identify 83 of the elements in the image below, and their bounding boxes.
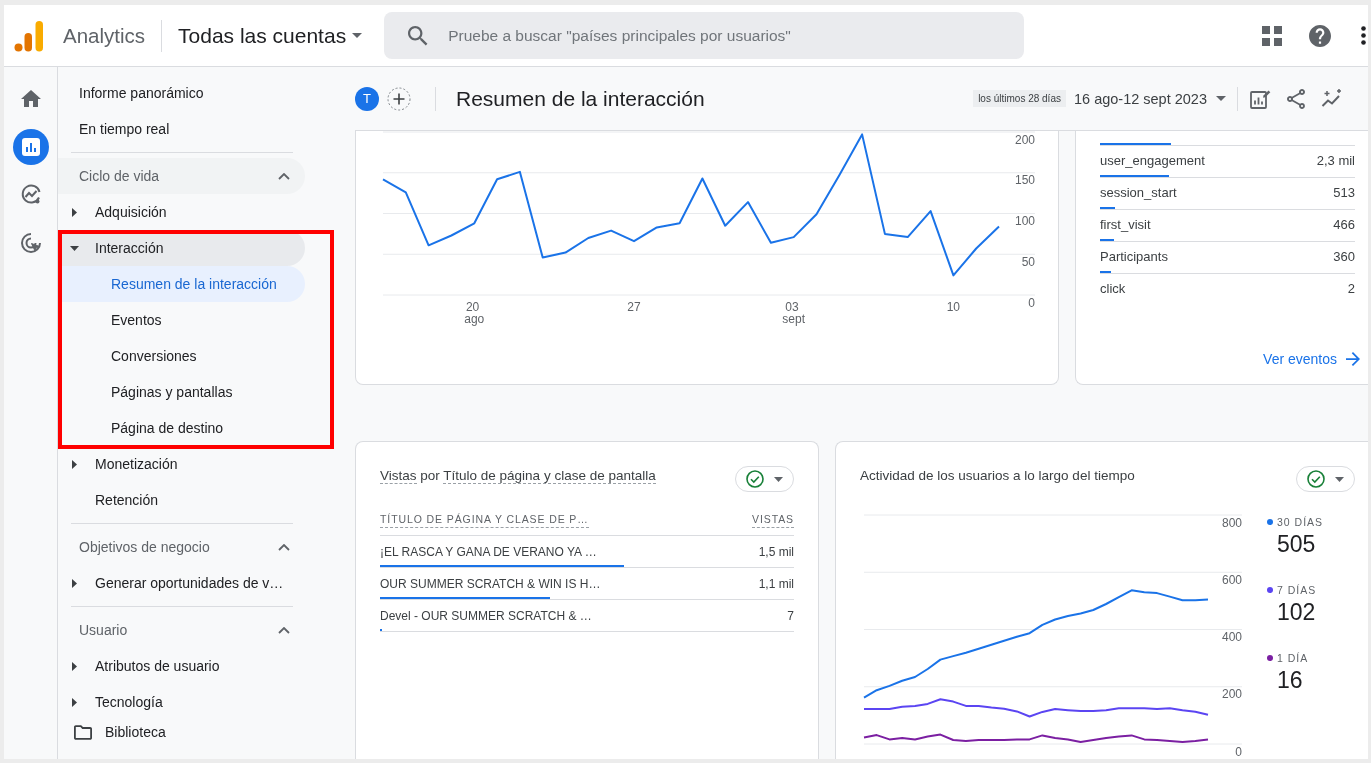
comparison-avatar[interactable]: T bbox=[355, 86, 379, 111]
search-field[interactable]: Pruebe a buscar "países principales por usuarios" bbox=[384, 12, 1025, 59]
event-count: 513 bbox=[1333, 185, 1355, 201]
y-axis-label: 0 bbox=[1028, 295, 1035, 310]
legend-value: 505 bbox=[1277, 531, 1317, 557]
check-circle-icon bbox=[1307, 470, 1325, 488]
apps-grid-icon[interactable] bbox=[1262, 25, 1282, 46]
event-name: Participants bbox=[1100, 249, 1168, 265]
table-cell: Devel - OUR SUMMER SCRATCH & … bbox=[380, 608, 592, 624]
folder-icon bbox=[74, 724, 92, 740]
event-name: user_engagement bbox=[1100, 153, 1205, 169]
account-selector[interactable]: Todas las cuentas bbox=[178, 23, 363, 48]
y-axis-label: 50 bbox=[1021, 254, 1035, 269]
y-axis-label: 200 bbox=[1221, 687, 1242, 702]
share-icon[interactable] bbox=[1284, 86, 1308, 111]
event-count: 2,3 mil bbox=[1316, 153, 1355, 169]
x-axis-label: 10 bbox=[946, 300, 961, 314]
add-comparison-icon[interactable] bbox=[387, 86, 411, 111]
event-name: click bbox=[1100, 281, 1126, 297]
nav-item[interactable]: Página de destino bbox=[58, 410, 305, 446]
table-cell: ¡EL RASCA Y GANA DE VERANO YA … bbox=[380, 544, 597, 560]
target-cursor-icon[interactable] bbox=[18, 231, 43, 255]
nav-item[interactable]: Retención bbox=[58, 482, 305, 518]
nav-section-header[interactable]: Usuario bbox=[58, 612, 305, 648]
caret-icon bbox=[1216, 96, 1226, 101]
nav-item[interactable]: Monetización bbox=[58, 446, 305, 482]
caret-icon bbox=[774, 476, 783, 482]
event-count: 360 bbox=[1333, 249, 1355, 265]
arrow-right-icon bbox=[1346, 352, 1360, 366]
date-chip: los últimos 28 días bbox=[973, 90, 1066, 107]
column-header[interactable]: TÍTULO DE PÁGINA Y CLASE DE P… bbox=[380, 511, 589, 528]
help-icon[interactable] bbox=[1309, 24, 1331, 47]
event-name: first_visit bbox=[1100, 217, 1151, 233]
legend-value: 102 bbox=[1277, 599, 1317, 625]
y-axis-label: 150 bbox=[1014, 173, 1035, 188]
x-axis-label: 27 bbox=[627, 300, 641, 314]
nav-item[interactable]: Conversiones bbox=[58, 338, 305, 374]
card-title: Actividad de los usuarios a lo largo del tiempo bbox=[860, 467, 1135, 485]
nav-item[interactable]: Adquisición bbox=[58, 194, 305, 230]
card-title: Vistas por Título de página y clase de pantalla bbox=[380, 467, 656, 486]
nav-section-header[interactable]: Ciclo de vida bbox=[58, 158, 305, 194]
event-count: 2 bbox=[1347, 281, 1355, 297]
check-circle-icon bbox=[746, 470, 764, 488]
more-vert-icon[interactable] bbox=[1361, 26, 1366, 45]
table-cell: 1,5 mil bbox=[758, 544, 794, 560]
nav-item[interactable]: Páginas y pantallas bbox=[58, 374, 305, 410]
x-axis-label: 20 ago bbox=[464, 300, 485, 326]
nav-section-header[interactable]: Objetivos de negocio bbox=[58, 529, 305, 565]
logo-icon[interactable] bbox=[14, 19, 44, 52]
y-axis-label: 200 bbox=[1014, 132, 1035, 147]
nav-item[interactable]: Atributos de usuario bbox=[58, 648, 305, 684]
caret-icon bbox=[352, 33, 363, 38]
nav-item[interactable]: Generar oportunidades de v… bbox=[58, 565, 305, 601]
y-axis-label: 800 bbox=[1221, 515, 1242, 530]
report-title: Resumen de la interacción bbox=[456, 86, 705, 111]
nav-item[interactable]: Informe panorámico bbox=[58, 75, 305, 111]
table-cell: 1,1 mil bbox=[758, 576, 794, 592]
status-check-button[interactable] bbox=[735, 466, 794, 492]
nav-item[interactable]: Biblioteca bbox=[58, 717, 166, 747]
column-header[interactable]: VISTAS bbox=[752, 511, 794, 528]
bar-chart-icon[interactable] bbox=[12, 129, 49, 165]
table-cell: 7 bbox=[787, 608, 794, 624]
event-name: session_start bbox=[1100, 185, 1177, 201]
product-name: Analytics bbox=[63, 23, 146, 48]
search-icon bbox=[408, 25, 429, 46]
date-range-button[interactable]: 16 ago-12 sept 2023 bbox=[1073, 90, 1226, 107]
nav-item[interactable]: Tecnología bbox=[58, 684, 305, 713]
y-axis-label: 400 bbox=[1221, 630, 1242, 644]
y-axis-label: 100 bbox=[1014, 214, 1035, 228]
nav-item[interactable]: Eventos bbox=[58, 302, 305, 338]
status-check-button[interactable] bbox=[1296, 466, 1355, 492]
y-axis-label: 600 bbox=[1221, 572, 1242, 587]
legend-value: 16 bbox=[1277, 667, 1304, 693]
legend-label: 30 DÍAS bbox=[1277, 515, 1324, 529]
caret-icon bbox=[1335, 476, 1344, 482]
legend-label: 1 DÍA bbox=[1277, 651, 1309, 665]
y-axis-label: 0 bbox=[1235, 744, 1242, 759]
event-count: 466 bbox=[1333, 217, 1355, 233]
table-cell: OUR SUMMER SCRATCH & WIN IS H… bbox=[380, 576, 601, 592]
view-events-link[interactable]: Ver eventos bbox=[1263, 350, 1360, 368]
legend-label: 7 DÍAS bbox=[1277, 583, 1317, 597]
nav-item[interactable]: En tiempo real bbox=[58, 111, 305, 147]
x-axis-label: 03 sept bbox=[782, 300, 805, 326]
